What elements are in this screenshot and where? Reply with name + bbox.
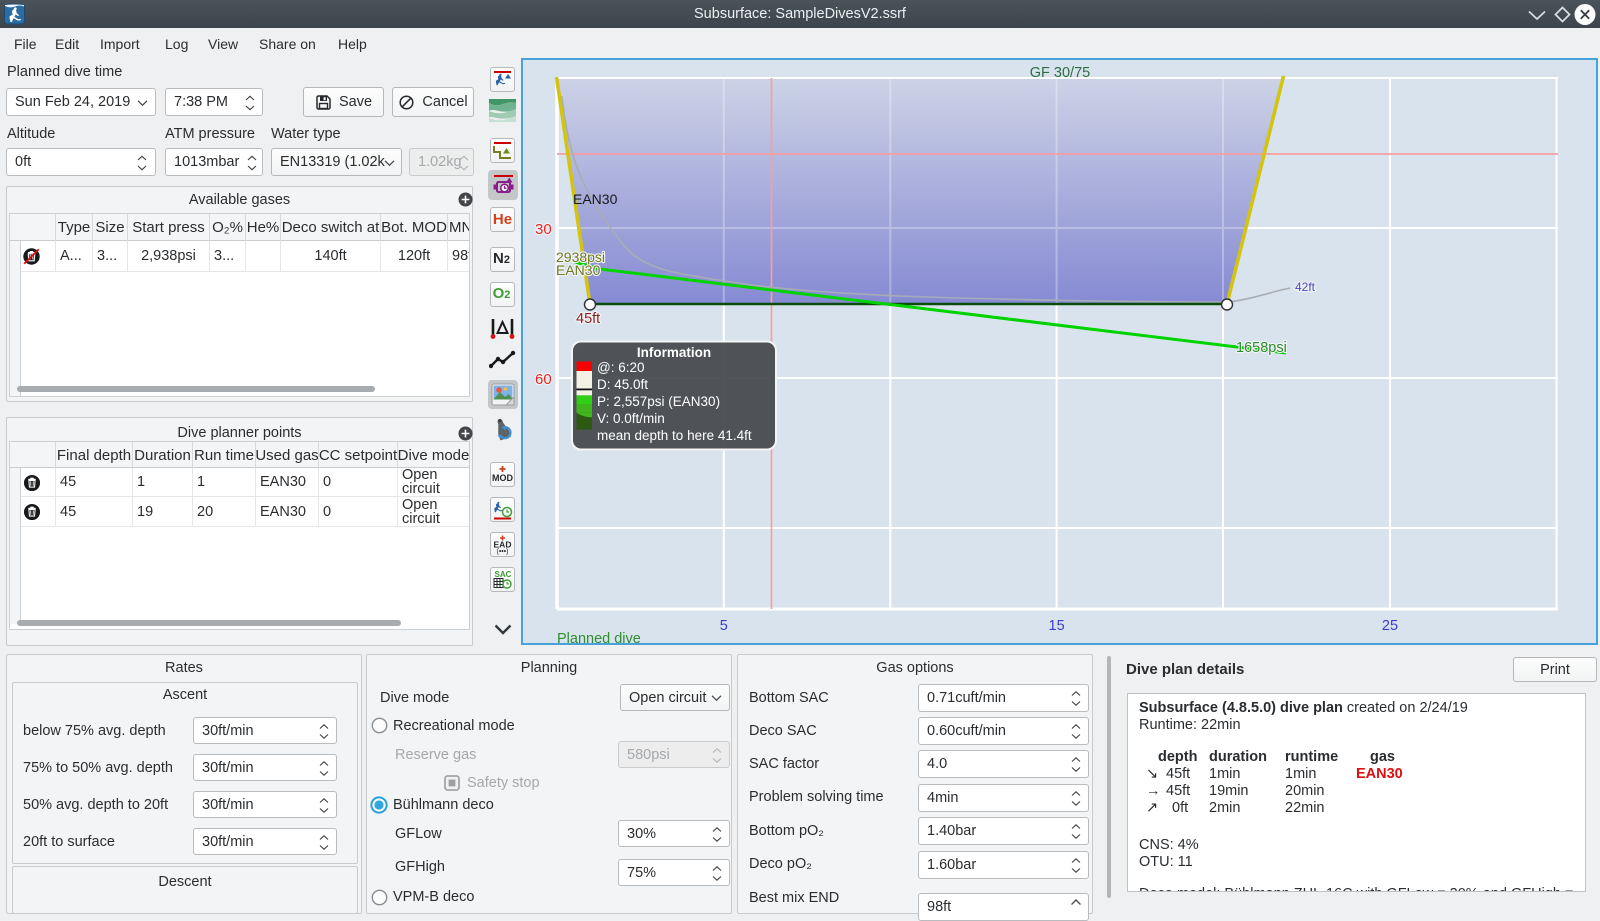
svg-text:25: 25	[1382, 618, 1398, 634]
svg-text:45ft: 45ft	[576, 311, 600, 327]
svg-text:P: 2,557psi (EAN30): P: 2,557psi (EAN30)	[597, 394, 720, 409]
svg-text:60: 60	[535, 371, 552, 388]
svg-text:Information: Information	[637, 345, 711, 360]
svg-text:mean depth to here 41.4ft: mean depth to here 41.4ft	[597, 428, 752, 443]
svg-text:1658psi: 1658psi	[1236, 340, 1287, 356]
svg-text:5: 5	[720, 618, 728, 634]
svg-text:@: 6:20: @: 6:20	[597, 360, 644, 375]
svg-text:30: 30	[535, 221, 552, 238]
svg-text:SAC: SAC	[495, 570, 512, 579]
svg-text:D: 45.0ft: D: 45.0ft	[597, 377, 648, 392]
svg-text:V: 0.0ft/min: V: 0.0ft/min	[597, 411, 665, 426]
svg-text:Planned dive: Planned dive	[557, 631, 641, 643]
svg-text:EAN30: EAN30	[573, 191, 618, 207]
svg-text:EAN30: EAN30	[556, 262, 601, 278]
svg-text:15: 15	[1049, 618, 1065, 634]
svg-text:(•••): (•••)	[496, 549, 508, 556]
svg-text:GF 30/75: GF 30/75	[1030, 65, 1090, 81]
svg-text:42ft: 42ft	[1295, 280, 1316, 294]
svg-text:MOD: MOD	[492, 473, 513, 483]
